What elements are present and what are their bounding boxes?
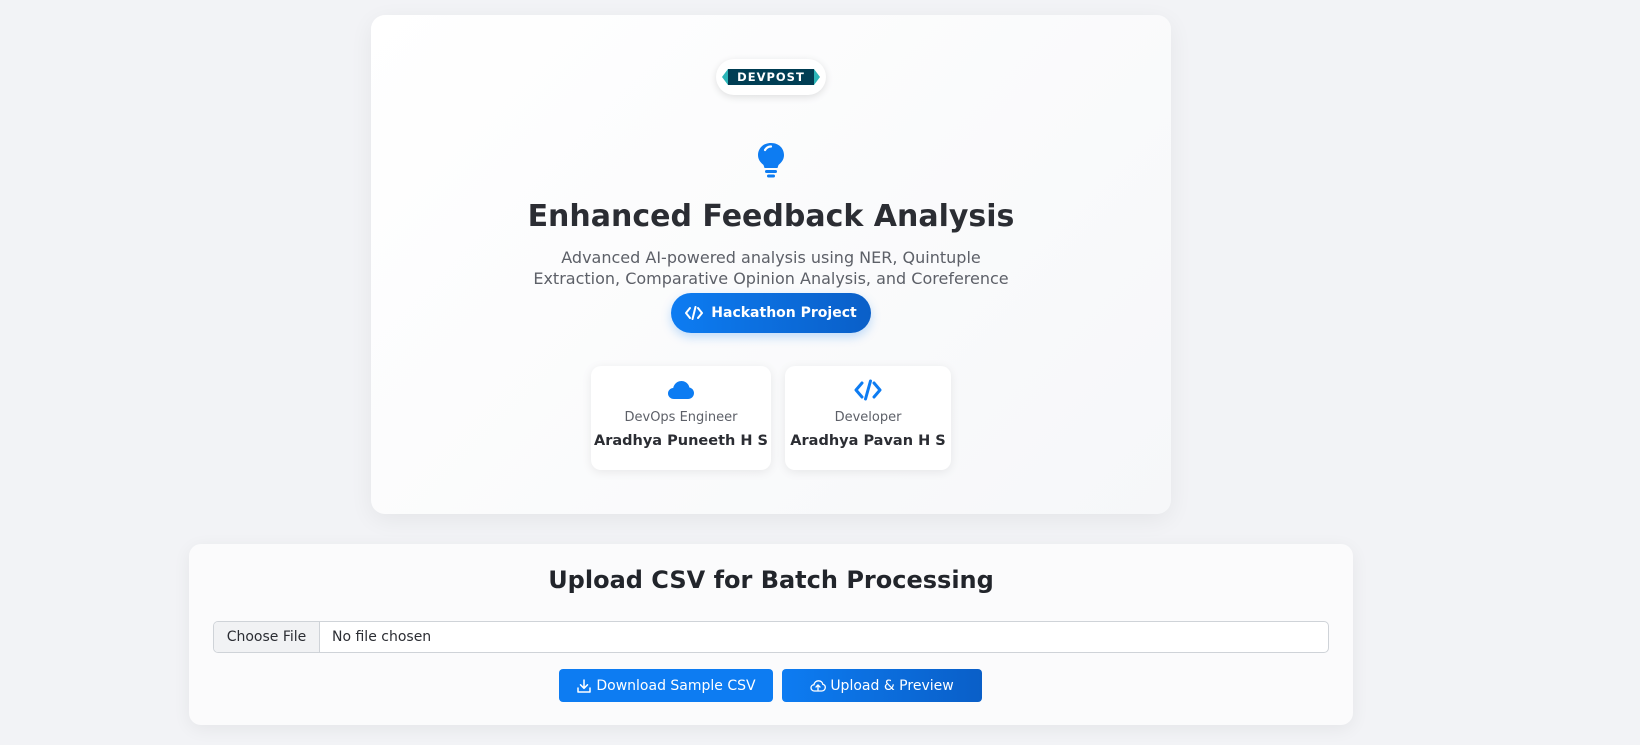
upload-section-title: Upload CSV for Batch Processing	[548, 566, 994, 594]
file-status-text: No file chosen	[332, 629, 432, 645]
team-card-devops: DevOps Engineer Aradhya Puneeth H S	[591, 366, 771, 470]
code-icon	[854, 379, 882, 401]
team-member-role: DevOps Engineer	[624, 410, 738, 425]
devpost-logo[interactable]: DEVPOST	[716, 59, 826, 95]
upload-preview-button[interactable]: Upload & Preview	[782, 669, 982, 702]
upload-preview-label: Upload & Preview	[830, 677, 954, 694]
team-member-name: Aradhya Pavan H S	[790, 433, 946, 449]
team-member-name: Aradhya Puneeth H S	[593, 433, 768, 449]
page-title: Enhanced Feedback Analysis	[527, 199, 1015, 234]
download-sample-csv-label: Download Sample CSV	[596, 677, 756, 694]
cloud-icon	[668, 381, 694, 399]
hackathon-project-label: Hackathon Project	[711, 305, 857, 321]
download-icon	[577, 678, 592, 693]
code-icon	[685, 306, 704, 320]
lightbulb-icon	[758, 143, 784, 178]
cloud-upload-icon	[810, 679, 827, 692]
team-member-role: Developer	[834, 410, 902, 425]
hero-card: DEVPOST Enhanced Feedback Analysis Advan…	[371, 15, 1171, 514]
team-card-developer: Developer Aradhya Pavan H S	[785, 366, 951, 470]
choose-file-button[interactable]: Choose File	[214, 622, 320, 652]
download-sample-csv-button[interactable]: Download Sample CSV	[559, 669, 773, 702]
upload-section: Upload CSV for Batch Processing Choose F…	[189, 544, 1353, 725]
csv-file-input[interactable]: Choose File No file chosen	[213, 621, 1329, 653]
hackathon-project-button[interactable]: Hackathon Project	[671, 293, 871, 333]
devpost-logo-text: DEVPOST	[722, 69, 820, 85]
